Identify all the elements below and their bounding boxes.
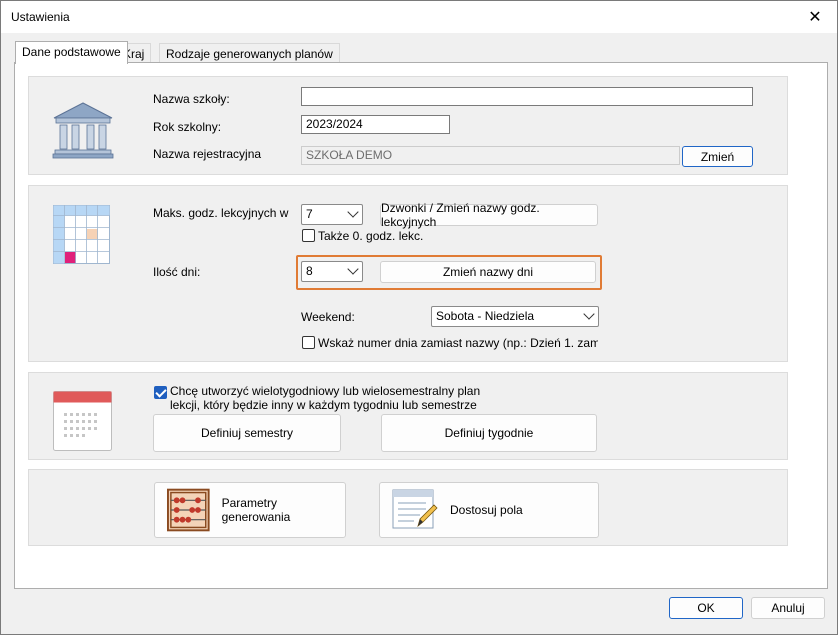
registration-name-field: SZKOŁA DEMO [301, 146, 680, 165]
title-bar: Ustawienia ✕ [1, 1, 837, 33]
customize-fields-label: Dostosuj pola [450, 503, 523, 517]
calendar-icon [53, 391, 112, 451]
generation-parameters-label: Parametry generowania [221, 496, 291, 524]
max-hours-select[interactable]: 7 [301, 204, 363, 225]
cancel-button[interactable]: Anuluj [751, 597, 825, 619]
chevron-down-icon [347, 263, 359, 275]
multiweek-label-line2: lekcji, który będzie inny w każdym tygod… [170, 398, 477, 412]
school-building-icon [52, 102, 114, 159]
weekend-value: Sobota - Niedziela [436, 309, 535, 323]
zero-hour-checkbox[interactable] [302, 229, 315, 242]
school-year-label: Rok szkolny: [153, 120, 222, 134]
chevron-down-icon [583, 308, 595, 320]
school-year-input[interactable]: 2023/2024 [301, 115, 450, 134]
zero-hour-label: Także 0. godz. lekc. [318, 229, 424, 243]
define-semesters-button[interactable]: Definiuj semestry [153, 414, 341, 452]
multiweek-group: Chcę utworzyć wielotygodniowy lub wielos… [28, 372, 788, 460]
school-name-label: Nazwa szkoły: [153, 92, 230, 106]
form-edit-icon [392, 489, 438, 529]
days-count-value: 8 [306, 264, 313, 278]
customize-fields-button[interactable]: Dostosuj pola [379, 482, 599, 538]
change-registration-button[interactable]: Zmień [682, 146, 753, 167]
multiweek-label-line1: Chcę utworzyć wielotygodniowy lub wielos… [170, 384, 481, 398]
chevron-down-icon [347, 206, 359, 218]
tab-panel: Nazwa szkoły: Rok szkolny: 2023/2024 Naz… [14, 62, 828, 589]
tab-rodzaje-planow[interactable]: Rodzaje generowanych planów [159, 43, 340, 64]
max-hours-label: Maks. godz. lekcyjnych w [153, 206, 289, 220]
window-title: Ustawienia [11, 10, 70, 24]
close-icon: ✕ [808, 9, 822, 26]
school-group: Nazwa szkoły: Rok szkolny: 2023/2024 Naz… [28, 76, 788, 175]
bells-rename-hours-button[interactable]: Dzwonki / Zmień nazwy godz. lekcyjnych [380, 201, 598, 229]
registration-name-label: Nazwa rejestracyjna [153, 147, 262, 161]
tab-dane-podstawowe[interactable]: Dane podstawowe [15, 41, 128, 64]
days-count-select[interactable]: 8 [301, 261, 363, 282]
school-name-input[interactable] [301, 87, 753, 106]
settings-dialog: Ustawienia ✕ Dane podstawowe Kraj Rodzaj… [0, 0, 838, 635]
tools-group: Parametry generowania Dostosuj pola [28, 469, 788, 546]
rename-days-button[interactable]: Zmień nazwy dni [380, 261, 596, 283]
weekend-label: Weekend: [301, 310, 355, 324]
ok-button[interactable]: OK [669, 597, 743, 619]
weekend-select[interactable]: Sobota - Niedziela [431, 306, 599, 327]
day-number-checkbox[interactable] [302, 336, 315, 349]
max-hours-value: 7 [306, 207, 313, 221]
timetable-grid-icon [53, 205, 110, 264]
generation-parameters-button[interactable]: Parametry generowania [154, 482, 346, 538]
multiweek-checkbox[interactable] [154, 386, 167, 399]
day-number-label: Wskaż numer dnia zamiast nazwy (np.: Dzi… [318, 336, 598, 350]
abacus-icon [167, 488, 210, 532]
days-count-label: Ilość dni: [153, 265, 201, 279]
close-button[interactable]: ✕ [793, 1, 837, 33]
define-weeks-button[interactable]: Definiuj tygodnie [381, 414, 597, 452]
lessons-group: Maks. godz. lekcyjnych w 7 Dzwonki / Zmi… [28, 185, 788, 362]
